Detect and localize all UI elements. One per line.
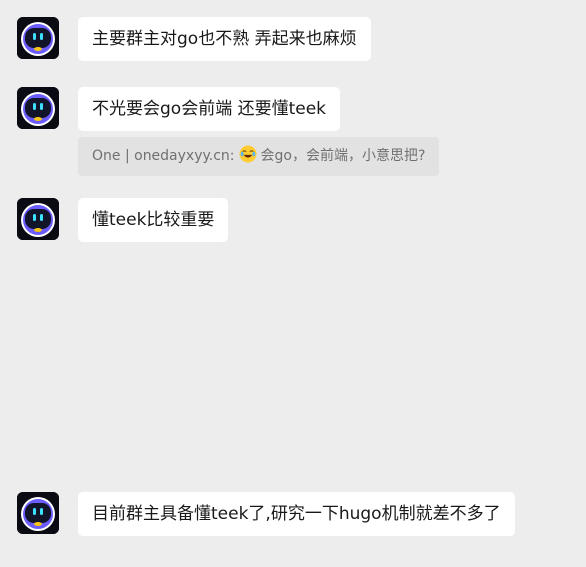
avatar[interactable] xyxy=(17,198,59,240)
quote-text: 会go，会前端，小意思把? xyxy=(260,148,426,164)
avatar[interactable] xyxy=(17,17,59,59)
message-bubble[interactable]: 不光要会go会前端 还要懂teek xyxy=(78,87,341,131)
message-bubble[interactable]: 目前群主具备懂teek了,研究一下hugo机制就差不多了 xyxy=(78,492,515,536)
message-bubble[interactable]: 懂teek比较重要 xyxy=(78,198,229,242)
avatar[interactable] xyxy=(17,492,59,534)
message-bubble[interactable]: 主要群主对go也不熟 弄起来也麻烦 xyxy=(78,17,371,61)
chat-panel: 主要群主对go也不熟 弄起来也麻烦 不光要会go会前端 还要懂teek One … xyxy=(0,0,586,567)
robot-avatar-icon xyxy=(17,198,59,240)
robot-avatar-icon xyxy=(17,87,59,129)
joy-emoji-icon xyxy=(238,145,257,163)
robot-avatar-icon xyxy=(17,492,59,534)
quoted-message[interactable]: One | onedayxyy.cn: 会go，会前端，小意思把? xyxy=(78,137,440,176)
avatar[interactable] xyxy=(17,87,59,129)
quote-author: One | onedayxyy.cn: xyxy=(92,148,235,164)
robot-avatar-icon xyxy=(17,17,59,59)
